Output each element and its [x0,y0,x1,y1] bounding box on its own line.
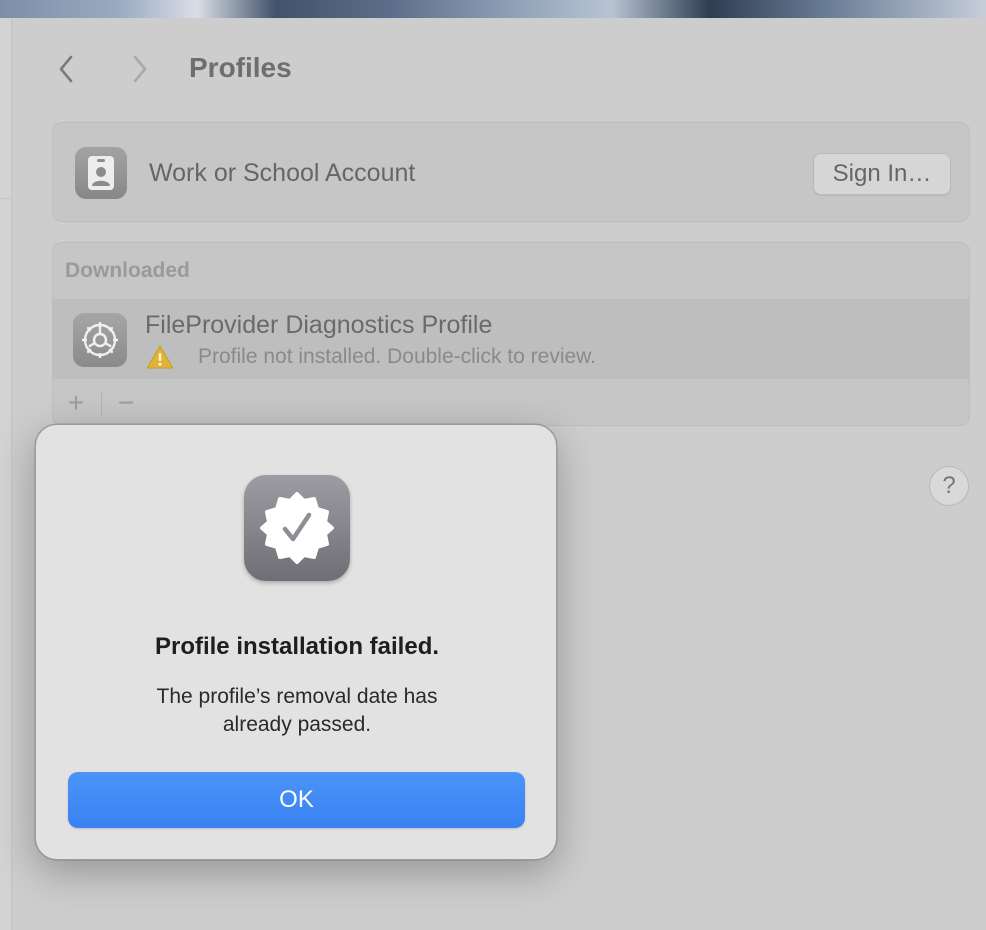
profile-status: Profile not installed. Double-click to r… [198,345,597,368]
dialog-message-line-1: The profile’s removal date has [156,685,438,708]
sign-in-button[interactable]: Sign In… [813,153,951,195]
profile-name: FileProvider Diagnostics Profile [145,311,493,339]
alert-dialog: Profile installation failed. The profile… [35,424,557,860]
account-card: Work or School Account Sign In… [52,122,970,222]
desktop-wallpaper [0,0,986,18]
work-school-account-label: Work or School Account [149,159,416,187]
chevron-left-icon [59,55,73,83]
sidebar-edge [0,18,12,930]
toolbar-divider [101,391,102,417]
page-title: Profiles [189,52,292,83]
forward-button[interactable] [126,52,154,86]
gear-icon [73,313,127,367]
sidebar-divider [0,198,12,199]
warning-triangle-icon [146,345,174,369]
remove-profile-button[interactable]: − [103,379,149,425]
verified-seal-checkmark-icon [244,475,350,581]
back-button[interactable] [52,52,80,86]
dialog-message-line-2: already passed. [222,713,372,736]
help-button[interactable]: ? [929,466,969,506]
profiles-toolbar: + − [53,379,969,425]
dialog-title: Profile installation failed. [154,633,440,660]
id-badge-icon [75,147,127,199]
downloaded-header: Downloaded [65,259,190,282]
profile-row[interactable]: FileProvider Diagnostics Profile Profile… [53,299,969,379]
downloaded-profiles-section: Downloaded FileProvider Diagnostics Prof… [52,242,970,426]
add-profile-button[interactable]: + [53,379,99,425]
dialog-message: The profile’s removal date has already p… [36,683,558,739]
chevron-right-icon [133,55,147,83]
ok-button[interactable]: OK [68,772,525,828]
